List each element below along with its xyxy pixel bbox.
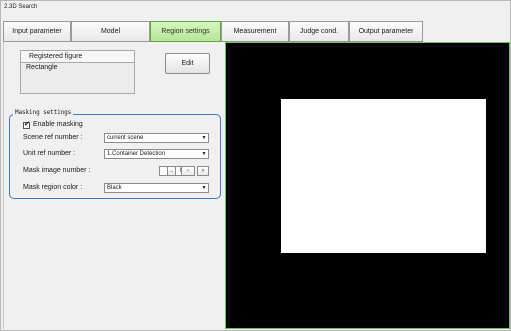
dropdown-arrow-icon: ▼ — [201, 185, 207, 191]
region-settings-window: 2.3D Search Input parameter Model Region… — [0, 0, 511, 331]
window-title: 2.3D Search — [4, 4, 38, 10]
mask-color-value: Black — [107, 185, 122, 191]
check-icon: ✔ — [24, 121, 30, 128]
mask-image-browse-button[interactable]: ... — [167, 166, 176, 176]
enable-masking-checkbox[interactable]: ✔ — [23, 121, 30, 129]
mask-color-dropdown[interactable]: Black ▼ — [104, 183, 209, 193]
tab-region-settings[interactable]: Region settings — [150, 21, 221, 42]
scene-ref-dropdown[interactable]: current scene ▼ — [104, 133, 209, 143]
masking-settings-legend: Masking settings — [13, 107, 74, 119]
scene-ref-label: Scene ref number : — [23, 134, 83, 141]
tab-judge-cond[interactable]: Judge cond. — [289, 21, 349, 42]
unit-ref-dropdown[interactable]: 1.Container Detection ▼ — [104, 149, 209, 159]
mask-image-label: Mask image number : — [23, 167, 91, 174]
tab-model[interactable]: Model — [71, 21, 150, 42]
tab-input-parameter[interactable]: Input parameter — [3, 21, 71, 42]
registered-figure-list[interactable]: Registered figure Rectangle — [20, 50, 135, 94]
unit-ref-label: Unit ref number : — [23, 150, 76, 157]
registered-figure-header: Registered figure — [21, 51, 134, 63]
unit-ref-value: 1.Container Detection — [107, 151, 166, 157]
scene-ref-value: current scene — [107, 135, 144, 141]
tab-output-parameter[interactable]: Output parameter — [349, 21, 423, 42]
enable-masking-label: Enable masking — [33, 121, 83, 128]
mask-image-prev-button[interactable]: < — [181, 166, 195, 176]
image-display[interactable] — [225, 42, 510, 329]
edit-button[interactable]: Edit — [165, 53, 210, 74]
registered-figure-item[interactable]: Rectangle — [21, 63, 134, 73]
dropdown-arrow-icon: ▼ — [201, 151, 207, 157]
mask-image-next-button[interactable]: > — [197, 166, 209, 176]
registered-rectangle-region[interactable] — [281, 99, 486, 253]
tab-measurement[interactable]: Measurement — [221, 21, 289, 42]
dropdown-arrow-icon: ▼ — [201, 135, 207, 141]
mask-color-label: Mask region color : — [23, 184, 83, 191]
